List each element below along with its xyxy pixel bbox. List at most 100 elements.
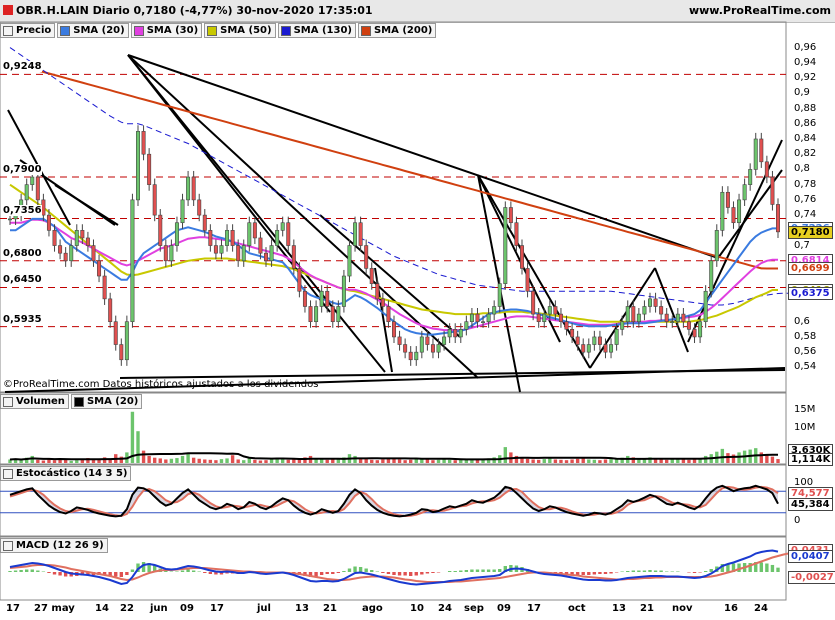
price-axis-tick: 0,58 [794, 330, 817, 342]
macd-histogram-bar [13, 570, 18, 572]
volume-bar [681, 459, 686, 463]
candle-body [425, 336, 430, 345]
volume-bar [197, 458, 201, 463]
macd-histogram-bar [687, 572, 691, 573]
volume-bar [214, 460, 218, 463]
candle-body [447, 329, 452, 338]
volume-bar [69, 460, 73, 463]
candle-body [347, 245, 352, 277]
macd-histogram-bar [397, 572, 402, 576]
macd-histogram-bar [8, 571, 12, 572]
candle-body [141, 131, 146, 155]
volume-bar [158, 458, 162, 463]
candle-body [514, 222, 519, 246]
volume-bar [253, 459, 257, 463]
price-axis-tick: 0,82 [794, 148, 817, 160]
macd-histogram-bar [436, 572, 441, 573]
candle-body [225, 230, 230, 246]
macd-histogram-bar [653, 570, 658, 572]
macd-histogram-bar [381, 572, 385, 573]
x-axis-label: 13 [295, 603, 309, 614]
macd-histogram-bar [164, 571, 168, 572]
candle-body [759, 138, 764, 163]
price-axis-tick: 0,7 [794, 239, 810, 251]
stoch-k-line [9, 484, 779, 518]
candle-body [520, 245, 524, 269]
candle-body [241, 245, 246, 262]
candle-body [670, 321, 675, 324]
volume-bar [525, 458, 530, 463]
volume-bar [75, 460, 79, 463]
macd-histogram-bar [125, 572, 129, 575]
volume-bar [180, 455, 185, 463]
x-axis-label: 16 [724, 603, 738, 614]
volume-axis-tick: 10M [794, 421, 816, 433]
volume-bar [186, 453, 190, 463]
candle-body [469, 313, 474, 323]
macd-histogram-bar [431, 572, 435, 573]
candle-body [136, 131, 140, 201]
candle-body [698, 321, 703, 338]
volume-bar [548, 458, 552, 463]
x-axis-label: sep [464, 603, 484, 614]
price-level-label: 0,7356 [3, 205, 42, 217]
candle-body [737, 199, 742, 224]
macd-histogram-bar [353, 566, 357, 572]
candle-body [408, 351, 413, 361]
candle-body [497, 283, 502, 307]
macd-histogram-bar [191, 570, 196, 572]
volume-bar [242, 460, 246, 463]
candle-body [275, 230, 280, 246]
volume-bar [731, 454, 736, 463]
macd-histogram-bar [587, 572, 591, 575]
macd-histogram-bar [642, 570, 647, 572]
volume-bar [97, 459, 101, 463]
panel-frame [0, 536, 787, 601]
candle-body [69, 245, 74, 262]
chart-canvas[interactable] [0, 0, 835, 620]
macd-histogram-bar [197, 571, 201, 572]
candle-body [330, 306, 335, 323]
volume-bar [169, 458, 174, 463]
candle-body [85, 237, 90, 246]
candle-body [625, 306, 630, 323]
macd-histogram-bar [447, 571, 452, 572]
candle-body [124, 321, 129, 361]
candle-body [753, 138, 758, 170]
stoch-value-tag: 45,384 [788, 497, 833, 511]
candle-body [91, 245, 96, 262]
volume-bar [153, 457, 157, 463]
copyright-note: ©ProRealTime.com Datos históricos ajusta… [3, 379, 319, 390]
candle-body [174, 222, 179, 246]
macd-histogram-bar [425, 572, 430, 574]
price-axis-tick: 0,78 [794, 178, 817, 190]
volume-bar [381, 459, 385, 463]
volume-bar [587, 459, 591, 463]
volume-bar [542, 459, 546, 463]
volume-bar [264, 460, 268, 463]
x-axis-label: ago [362, 603, 383, 614]
candle-body [558, 313, 563, 323]
volume-bar [665, 459, 669, 463]
volume-bar [409, 459, 413, 463]
candle-body [764, 161, 769, 178]
candle-body [108, 298, 113, 323]
macd-histogram-bar [36, 570, 40, 572]
macd-histogram-bar [409, 572, 413, 576]
candle-body [35, 176, 40, 201]
candle-body [186, 176, 191, 201]
candle-body [458, 329, 463, 338]
price-axis-tick: 0,86 [794, 117, 817, 129]
candle-body [531, 290, 536, 315]
candle-body [163, 245, 168, 262]
macd-histogram-bar [175, 571, 179, 572]
macd-histogram-bar [52, 572, 57, 575]
macd-histogram-bar [581, 572, 585, 575]
candle-body [542, 313, 547, 323]
candle-body [219, 245, 224, 254]
candle-body [664, 313, 669, 323]
candle-body [52, 230, 57, 246]
macd-histogram-bar [370, 570, 374, 572]
macd-histogram-bar [464, 570, 469, 572]
volume-bar [353, 455, 357, 463]
